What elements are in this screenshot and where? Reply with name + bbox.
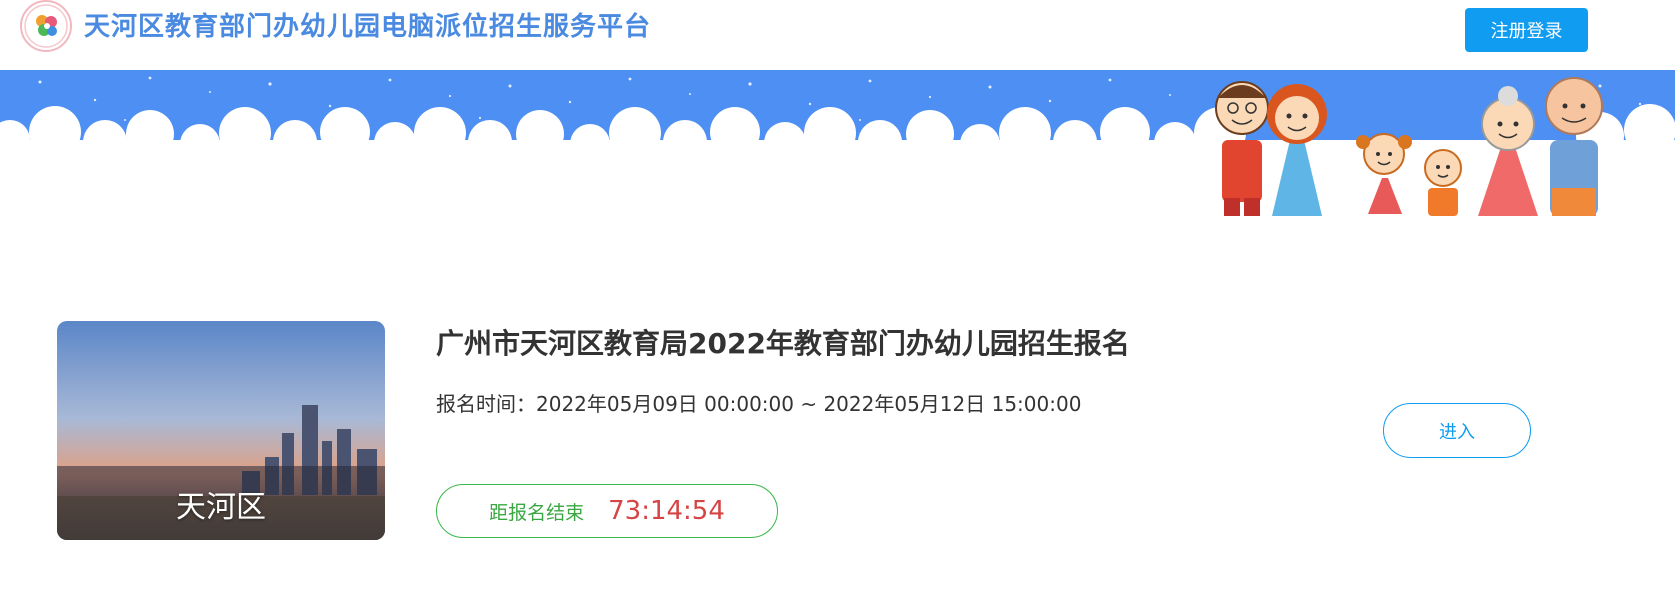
- countdown-value: 73:14:54: [608, 496, 725, 526]
- enrollment-title: 广州市天河区教育局2022年教育部门办幼儿园招生报名: [436, 327, 1130, 360]
- district-label: 天河区: [176, 490, 266, 525]
- enter-button[interactable]: 进入: [1383, 403, 1531, 458]
- countdown-badge: 距报名结束 73:14:54: [436, 484, 778, 538]
- enrollment-time: 报名时间：2022年05月09日 00:00:00 ~ 2022年05月12日 …: [436, 392, 1082, 416]
- header: 天河区教育部门办幼儿园电脑派位招生服务平台 注册登录: [0, 0, 1675, 70]
- site-title: 天河区教育部门办幼儿园电脑派位招生服务平台: [84, 12, 652, 42]
- register-login-button[interactable]: 注册登录: [1465, 8, 1588, 52]
- countdown-label: 距报名结束: [489, 501, 585, 524]
- banner: [0, 70, 1675, 216]
- logo-icon: [20, 0, 72, 52]
- district-image[interactable]: 天河区: [57, 321, 385, 540]
- banner-illustration: [0, 70, 1675, 216]
